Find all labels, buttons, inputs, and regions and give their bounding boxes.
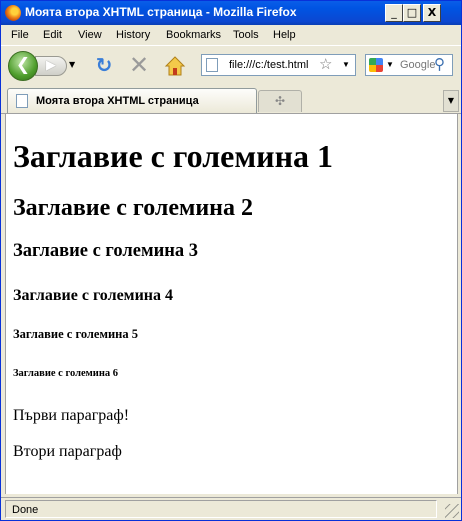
menu-help[interactable]: Help (273, 29, 296, 41)
search-icon[interactable]: ⚲ (434, 55, 445, 73)
reload-icon[interactable]: ↻ (93, 54, 115, 76)
menu-edit[interactable]: Edit (43, 29, 62, 41)
menu-bookmarks[interactable]: Bookmarks (166, 29, 221, 41)
menu-tools[interactable]: Tools (233, 29, 259, 41)
menu-file[interactable]: File (11, 29, 29, 41)
heading-3: Заглавие с големина 3 (13, 241, 199, 261)
paragraph-2: Втори параграф (13, 443, 122, 460)
resize-grip-icon[interactable] (445, 504, 459, 518)
back-icon[interactable]: ❮ (8, 51, 38, 81)
stop-icon[interactable]: ✕ (128, 53, 150, 77)
status-bar: Done (1, 497, 461, 520)
bookmark-star-icon[interactable]: ☆ (319, 55, 332, 73)
page-icon (206, 58, 218, 72)
window-title: Моята втора XHTML страница - Mozilla Fir… (25, 5, 297, 19)
heading-1: Заглавие с големина 1 (13, 138, 334, 174)
page-icon (16, 94, 28, 108)
tab-active[interactable]: Моята втора XHTML страница (7, 88, 257, 113)
search-bar[interactable]: ▼ Google ⚲ (365, 54, 453, 76)
maximize-button[interactable]: □ (403, 4, 421, 22)
status-field: Done (5, 500, 437, 518)
tab-list-button[interactable]: ▼ (443, 90, 459, 112)
heading-4: Заглавие с големина 4 (13, 287, 174, 304)
heading-5: Заглавие с големина 5 (13, 327, 139, 341)
search-input[interactable]: Google (400, 59, 435, 71)
heading-6: Заглавие с големина 6 (13, 368, 119, 379)
firefox-icon[interactable] (5, 5, 21, 21)
browser-window: Моята втора XHTML страница - Mozilla Fir… (0, 0, 462, 521)
url-text[interactable]: file:///c:/test.html (229, 59, 308, 71)
forward-icon[interactable]: ▶ (35, 56, 67, 76)
menu-history[interactable]: History (116, 29, 150, 41)
home-icon[interactable] (164, 55, 186, 77)
search-engine-dropdown-icon[interactable]: ▼ (386, 60, 394, 69)
tab-strip: Моята втора XHTML страница ✣ ▼ (1, 86, 461, 114)
page-content: Заглавие с големина 1 Заглавие с големин… (5, 114, 458, 494)
new-tab-button[interactable]: ✣ (258, 90, 302, 112)
status-text: Done (12, 504, 39, 516)
minimize-button[interactable]: _ (385, 4, 403, 22)
google-icon[interactable] (369, 58, 383, 72)
menu-view[interactable]: View (78, 29, 102, 41)
paragraph-1: Първи параграф! (13, 407, 130, 424)
address-bar[interactable]: file:///c:/test.html ☆ ▼ (201, 54, 356, 76)
history-dropdown-icon[interactable]: ▼ (69, 60, 75, 69)
tab-label: Моята втора XHTML страница (36, 95, 199, 107)
url-dropdown-icon[interactable]: ▼ (342, 60, 350, 69)
close-button[interactable]: X (423, 4, 441, 22)
heading-2: Заглавие с големина 2 (13, 195, 254, 221)
menu-bar: File Edit View History Bookmarks Tools H… (1, 25, 461, 45)
title-bar[interactable]: Моята втора XHTML страница - Mozilla Fir… (1, 1, 461, 25)
